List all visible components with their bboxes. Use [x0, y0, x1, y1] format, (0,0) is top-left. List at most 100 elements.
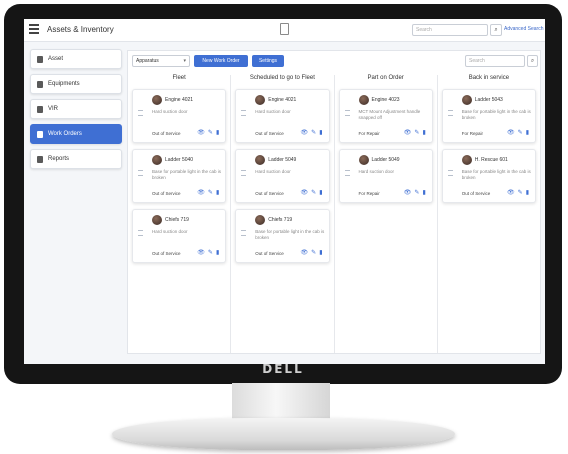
- drag-handle-icon[interactable]: [241, 110, 247, 116]
- drag-handle-icon[interactable]: [138, 170, 143, 176]
- search-icon[interactable]: ⌕: [490, 24, 502, 36]
- trash-icon[interactable]: ▮: [526, 190, 529, 197]
- drag-handle-icon[interactable]: [241, 170, 247, 176]
- chevron-down-icon: ▾: [183, 58, 186, 64]
- eye-icon[interactable]: 👁︎: [507, 130, 515, 137]
- work-order-card[interactable]: Engine 4021 Hard suction door Out of Ser…: [132, 89, 227, 143]
- card-actions: 👁︎ ✎ ▮: [404, 190, 426, 197]
- card-title: Ladder 5040: [165, 157, 194, 163]
- card-title: Engine 4021: [165, 97, 194, 103]
- sidebar-item-work-orders[interactable]: Work Orders: [30, 124, 122, 144]
- kanban-board: Fleet Engine 4021 Hard suction door Out …: [128, 75, 540, 353]
- global-search-input[interactable]: Search: [412, 24, 488, 36]
- column-fleet: Fleet Engine 4021 Hard suction door Out …: [128, 75, 232, 353]
- eye-icon[interactable]: 👁︎: [404, 190, 412, 197]
- sidebar-item-asset[interactable]: Asset: [30, 49, 122, 69]
- trash-icon[interactable]: ▮: [422, 130, 425, 137]
- drag-handle-icon[interactable]: [344, 170, 350, 176]
- search-icon[interactable]: ⌕: [527, 55, 538, 67]
- pencil-icon[interactable]: ✎: [414, 130, 419, 137]
- pencil-icon[interactable]: ✎: [311, 190, 316, 197]
- asset-icon: [37, 55, 43, 63]
- card-description: Hard suction door: [152, 229, 188, 234]
- sidebar-item-vir[interactable]: VIR: [30, 99, 122, 119]
- sidebar-item-reports[interactable]: Reports: [30, 149, 122, 169]
- pencil-icon[interactable]: ✎: [208, 190, 213, 197]
- eye-icon[interactable]: 👁︎: [197, 250, 205, 257]
- pencil-icon[interactable]: ✎: [311, 130, 316, 137]
- vir-icon: [37, 105, 43, 113]
- eye-icon[interactable]: 👁︎: [404, 130, 412, 137]
- card-status: Out of Service: [255, 251, 284, 256]
- drag-handle-icon[interactable]: [447, 110, 453, 116]
- card-status: Out of Service: [255, 191, 284, 196]
- work-order-card[interactable]: Engine 4023 MCT Mount Adjustment handle …: [338, 89, 433, 143]
- pencil-icon[interactable]: ✎: [311, 250, 316, 257]
- work-order-card[interactable]: Chiefs 719 Hard suction door Out of Serv…: [132, 209, 227, 263]
- card-title: Ladder 5049: [268, 157, 297, 163]
- vehicle-avatar: [152, 95, 162, 105]
- category-select[interactable]: Apparatus ▾: [132, 55, 190, 67]
- trash-icon[interactable]: ▮: [319, 130, 322, 137]
- work-order-card[interactable]: Chiefs 719 Base for portable light in th…: [235, 209, 330, 263]
- card-actions: 👁︎ ✎ ▮: [507, 190, 529, 197]
- monitor-bezel: Assets & Inventory Search ⌕ Advanced Sea…: [4, 4, 562, 384]
- work-order-card[interactable]: Ladder 5043 Base for portable light in t…: [441, 89, 536, 143]
- pencil-icon[interactable]: ✎: [208, 130, 213, 137]
- pencil-icon[interactable]: ✎: [414, 190, 419, 197]
- drag-handle-icon[interactable]: [344, 110, 350, 116]
- trash-icon[interactable]: ▮: [216, 250, 219, 257]
- trash-icon[interactable]: ▮: [526, 130, 529, 137]
- menu-icon[interactable]: [29, 24, 39, 34]
- pencil-icon[interactable]: ✎: [518, 190, 523, 197]
- work-order-card[interactable]: Ladder 5049 Hard suction door For Repair…: [338, 149, 433, 203]
- trash-icon[interactable]: ▮: [319, 250, 322, 257]
- trash-icon[interactable]: ▮: [216, 190, 219, 197]
- board-search-input[interactable]: Search: [465, 55, 525, 67]
- work-order-card[interactable]: Engine 4021 Hard suction door Out of Ser…: [235, 89, 330, 143]
- vehicle-avatar: [255, 95, 266, 105]
- document-icon[interactable]: [280, 23, 289, 35]
- sidebar-item-label: Equipments: [48, 81, 80, 87]
- card-actions: 👁︎ ✎ ▮: [301, 190, 323, 197]
- card-actions: 👁︎ ✎ ▮: [507, 130, 529, 137]
- drag-handle-icon[interactable]: [447, 170, 453, 176]
- card-actions: 👁︎ ✎ ▮: [197, 250, 219, 257]
- drag-handle-icon[interactable]: [138, 110, 143, 116]
- sidebar-item-label: Asset: [48, 56, 64, 62]
- pencil-icon[interactable]: ✎: [208, 250, 213, 257]
- settings-button[interactable]: Settings: [252, 55, 284, 67]
- vehicle-avatar: [358, 95, 369, 105]
- drag-handle-icon[interactable]: [241, 230, 247, 236]
- eye-icon[interactable]: 👁︎: [301, 130, 309, 137]
- card-status: For Repair: [358, 131, 380, 136]
- work-order-card[interactable]: H. Rescue 601 Base for portable light in…: [441, 149, 536, 203]
- vehicle-avatar: [461, 155, 472, 165]
- drag-handle-icon[interactable]: [138, 230, 143, 236]
- eye-icon[interactable]: 👁︎: [301, 250, 309, 257]
- advanced-search-link[interactable]: Advanced Search: [504, 26, 543, 32]
- work-order-card[interactable]: Ladder 5040 Base for portable light in t…: [132, 149, 227, 203]
- card-status: Out of Service: [255, 131, 284, 136]
- monitor-stand-neck: [232, 383, 330, 423]
- sidebar-item-label: Reports: [48, 156, 70, 162]
- column-title: Scheduled to go to Fleet: [249, 75, 315, 81]
- column-scheduled: Scheduled to go to Fleet Engine 4021 Har…: [231, 75, 335, 353]
- new-work-order-button[interactable]: New Work Order: [194, 55, 248, 67]
- trash-icon[interactable]: ▮: [422, 190, 425, 197]
- trash-icon[interactable]: ▮: [216, 130, 219, 137]
- pencil-icon[interactable]: ✎: [518, 130, 523, 137]
- work-orders-icon: [37, 130, 43, 138]
- trash-icon[interactable]: ▮: [319, 190, 322, 197]
- eye-icon[interactable]: 👁︎: [507, 190, 515, 197]
- sidebar-item-equipments[interactable]: Equipments: [30, 74, 122, 94]
- work-order-card[interactable]: Ladder 5049 Hard suction door Out of Ser…: [235, 149, 330, 203]
- card-status: For Repair: [358, 191, 380, 196]
- eye-icon[interactable]: 👁︎: [197, 190, 205, 197]
- column-part-on-order: Part on Order Engine 4023 MCT Mount Adju…: [335, 75, 438, 353]
- reports-icon: [37, 155, 43, 163]
- eye-icon[interactable]: 👁︎: [197, 130, 205, 137]
- eye-icon[interactable]: 👁︎: [301, 190, 309, 197]
- column-title: Back in service: [468, 75, 510, 81]
- vehicle-avatar: [255, 215, 266, 225]
